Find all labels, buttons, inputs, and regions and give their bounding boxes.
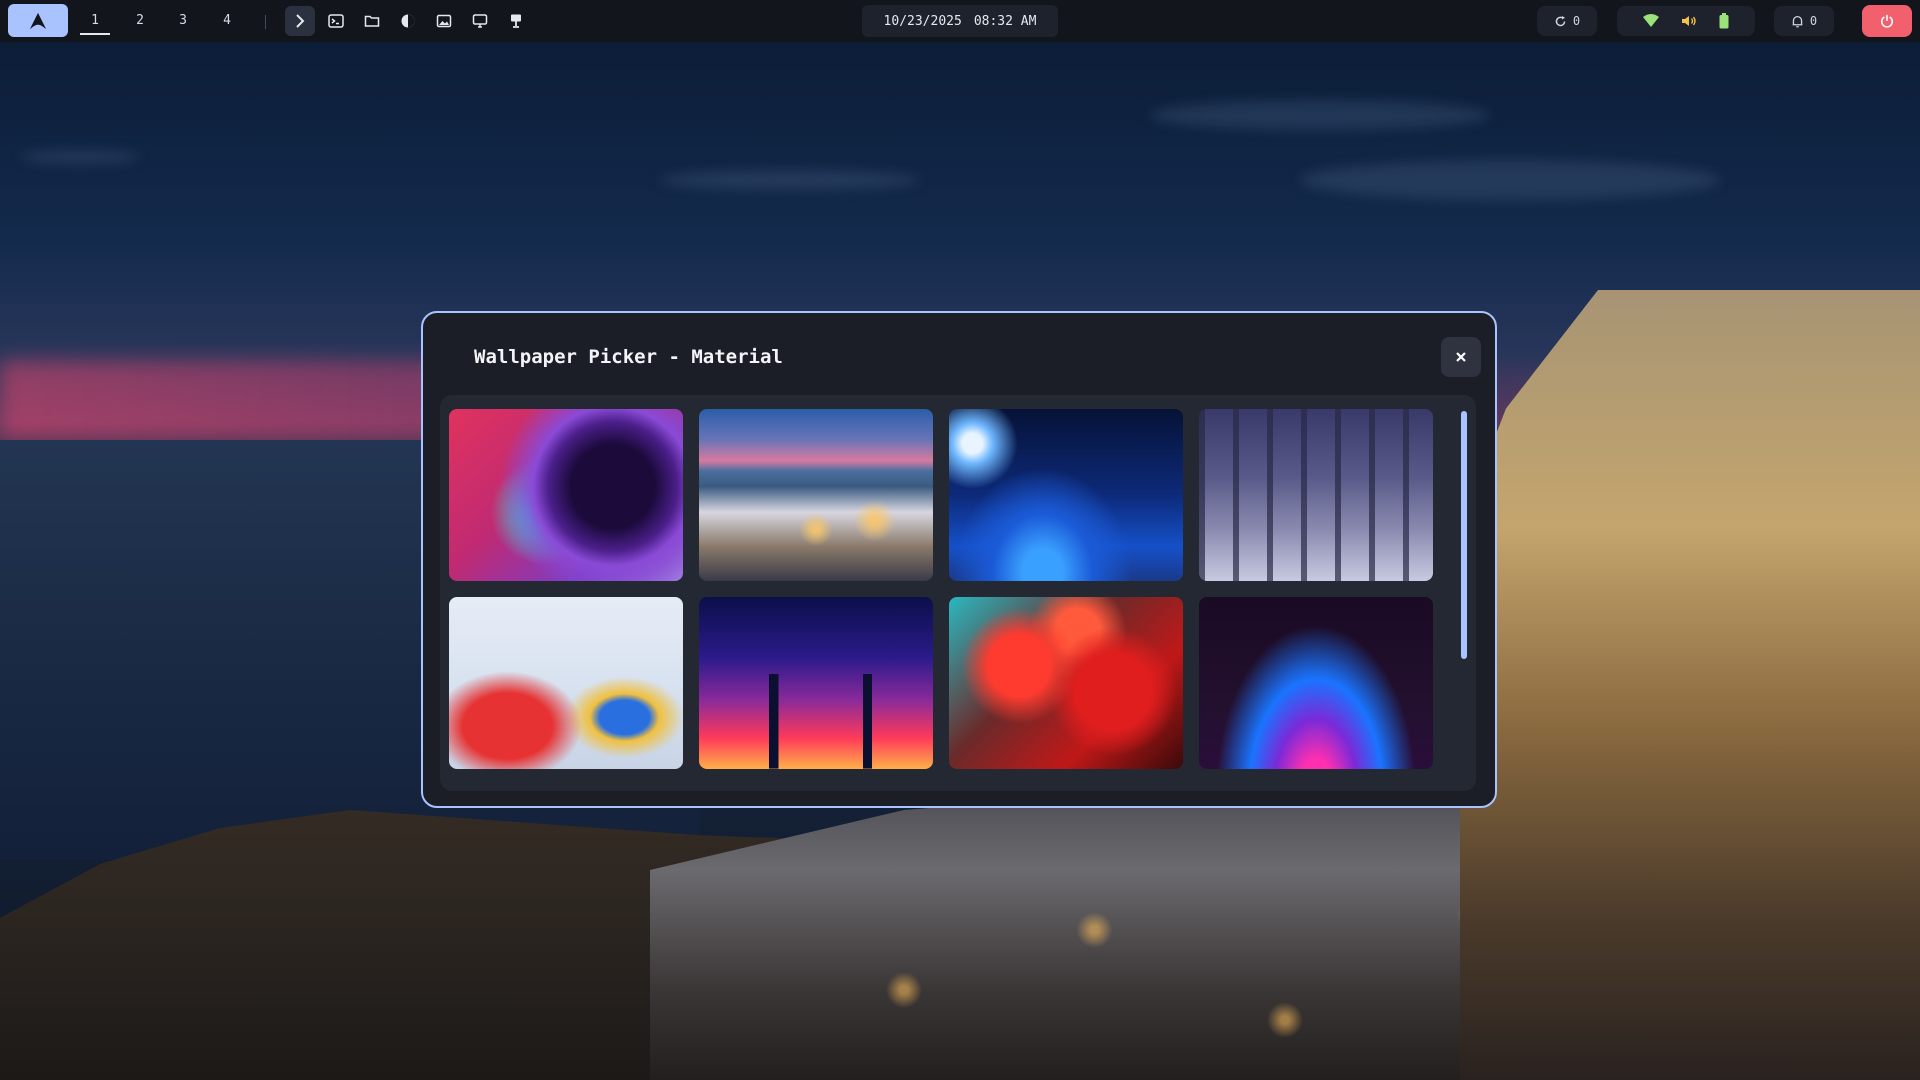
- chevron-right-icon: [296, 14, 305, 28]
- dock-button[interactable]: [501, 6, 531, 36]
- time-text: 08:32 AM: [973, 13, 1037, 29]
- hillside-town: [1460, 290, 1920, 1080]
- wallpaper-thumbnail-nebula[interactable]: [449, 409, 683, 581]
- volume-icon: [1682, 16, 1696, 26]
- wallpaper-thumbnail-city[interactable]: [699, 597, 933, 769]
- wallpaper-grid: [440, 395, 1476, 791]
- updates-widget[interactable]: 0: [1537, 6, 1597, 36]
- wallpaper-thumbnail-planes[interactable]: [449, 597, 683, 769]
- power-icon: [1880, 14, 1894, 28]
- close-icon: [1456, 352, 1466, 362]
- topbar-divider: [265, 15, 266, 29]
- display-stand-icon: [511, 14, 521, 28]
- battery-icon: [1719, 13, 1729, 29]
- image-icon: [436, 14, 452, 28]
- launcher-toggle-button[interactable]: [285, 6, 315, 36]
- file-manager-button[interactable]: [357, 6, 387, 36]
- power-button[interactable]: [1862, 5, 1912, 37]
- cloud: [1150, 100, 1490, 130]
- arch-logo-icon: [29, 12, 47, 29]
- wallpaper-button[interactable]: [429, 6, 459, 36]
- status-widget[interactable]: [1617, 6, 1755, 36]
- workspace-4[interactable]: 4: [212, 9, 242, 33]
- wallpaper-thumbnail-gradient[interactable]: [1199, 597, 1433, 769]
- wallpaper-picker-dialog: Wallpaper Picker - Material: [421, 311, 1497, 808]
- bell-icon: [1792, 15, 1803, 27]
- workspace-1[interactable]: 1: [80, 9, 110, 35]
- wifi-icon: [1643, 14, 1659, 27]
- notifications-count: 0: [1809, 14, 1818, 28]
- terminal-icon: [328, 14, 344, 28]
- wallpaper-thumbnail-leaves[interactable]: [949, 597, 1183, 769]
- dialog-title: Wallpaper Picker - Material: [474, 346, 783, 368]
- grid-scrollbar[interactable]: [1461, 411, 1467, 659]
- refresh-icon: [1555, 15, 1566, 26]
- close-button[interactable]: [1441, 337, 1481, 377]
- notifications-widget[interactable]: 0: [1774, 6, 1834, 36]
- theme-toggle-button[interactable]: [393, 6, 423, 36]
- workspace-3[interactable]: 3: [168, 9, 198, 33]
- cloud: [660, 170, 920, 190]
- terminal-button[interactable]: [321, 6, 351, 36]
- date-time-widget[interactable]: 10/23/2025 08:32 AM: [862, 5, 1058, 37]
- updates-count: 0: [1572, 14, 1581, 28]
- date-text: 10/23/2025: [883, 13, 962, 29]
- display-settings-button[interactable]: [465, 6, 495, 36]
- folder-icon: [364, 15, 380, 27]
- top-bar: 1 2 3 4 10/23/2025 08:32 AM 0 0: [0, 0, 1920, 42]
- wallpaper-thumbnail-forest[interactable]: [1199, 409, 1433, 581]
- monitor-icon: [472, 14, 488, 28]
- wallpaper-thumbnail-space[interactable]: [949, 409, 1183, 581]
- arch-launcher-button[interactable]: [8, 4, 68, 37]
- cloud: [20, 150, 140, 164]
- workspace-2[interactable]: 2: [125, 9, 155, 33]
- theme-toggle-icon: [401, 14, 415, 28]
- cloud: [1300, 160, 1720, 200]
- wallpaper-thumbnail-santorini[interactable]: [699, 409, 933, 581]
